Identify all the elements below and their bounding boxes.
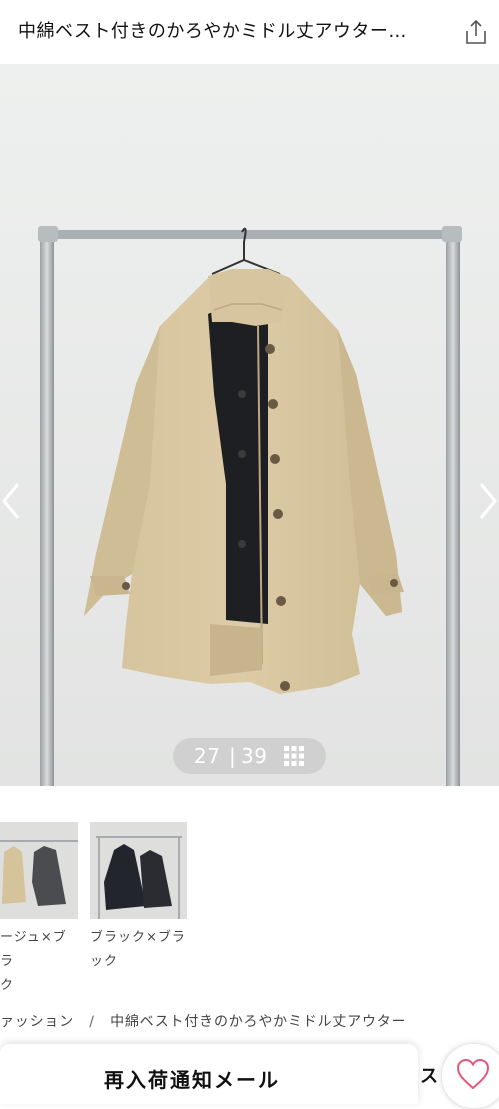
product-image-main[interactable] [0, 64, 499, 786]
color-swatch-label: ブラック×ブラ ック [90, 926, 200, 974]
color-swatch-label-line2: ック [90, 954, 119, 969]
breadcrumb: ァッション / 中綿ベスト付きのかろやかミドル丈アウター [0, 1011, 499, 1035]
color-swatch-black-black[interactable] [90, 822, 187, 919]
color-swatch-label-line2: ク [0, 978, 15, 993]
color-swatch-label-line1: ージュ×ブラ [0, 930, 67, 969]
chevron-left-icon[interactable] [0, 478, 24, 524]
header: 中綿ベスト付きのかろやかミドル丈アウター… [0, 0, 499, 65]
breadcrumb-item[interactable]: ァッション [0, 1011, 74, 1031]
color-swatch-label-line1: ブラック×ブラ [90, 930, 186, 945]
restock-notify-button[interactable]: 再入荷通知メール [0, 1044, 418, 1104]
swatch-thumbnail [0, 822, 78, 919]
chevron-right-icon[interactable] [475, 478, 499, 524]
grid-icon[interactable] [283, 745, 305, 767]
restock-trailing-text: ス [420, 1066, 438, 1087]
share-icon[interactable] [463, 18, 489, 46]
breadcrumb-separator: / [89, 1014, 95, 1030]
breadcrumb-item[interactable]: 中綿ベスト付きのかろやかミドル丈アウター [110, 1011, 406, 1031]
image-counter-separator: | [229, 744, 237, 768]
color-swatch-label: ージュ×ブラ ク [0, 926, 80, 998]
restock-notify-label: 再入荷通知メール [104, 1068, 280, 1092]
page-title: 中綿ベスト付きのかろやかミドル丈アウター… [18, 21, 407, 42]
swatch-thumbnail [90, 822, 187, 919]
favorite-button[interactable] [441, 1043, 499, 1109]
image-counter-total: 39 [241, 744, 268, 768]
image-counter-current: 27 [194, 744, 221, 768]
coat-photo [0, 64, 499, 786]
image-counter[interactable]: 27 | 39 [173, 738, 326, 774]
heart-icon [456, 1058, 490, 1090]
color-swatch-beige-black[interactable] [0, 822, 78, 919]
